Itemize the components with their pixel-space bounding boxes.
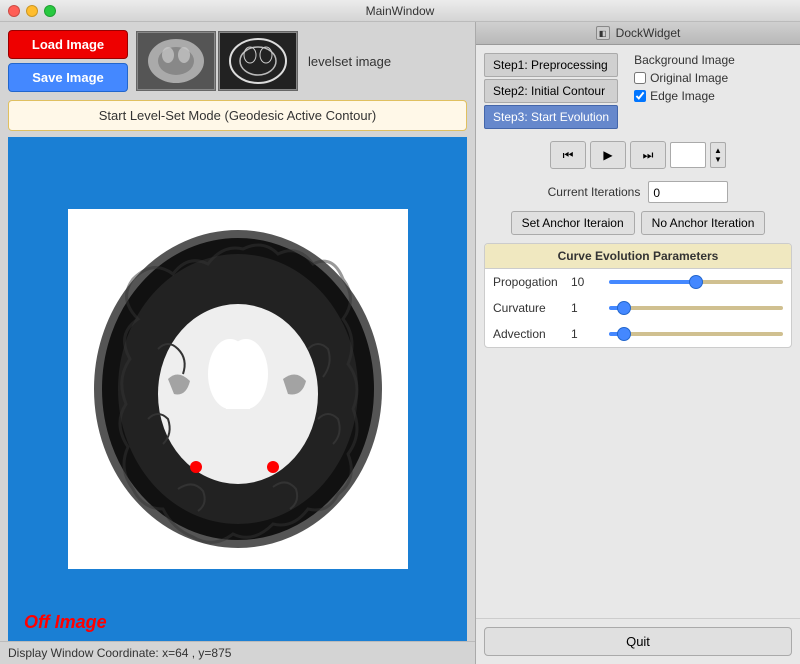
thumbnail-1 — [136, 31, 216, 91]
curve-params-section: Curve Evolution Parameters Propogation 1… — [484, 243, 792, 348]
title-bar: MainWindow — [0, 0, 800, 22]
minimize-button[interactable] — [26, 5, 38, 17]
original-image-checkbox[interactable] — [634, 72, 646, 84]
rewind-icon: ⏮ — [563, 148, 574, 163]
forward-button[interactable]: ⏭ — [630, 141, 666, 169]
thumbnail-2 — [218, 31, 298, 91]
brain-image-container — [68, 209, 408, 569]
spin-down-icon: ▼ — [714, 155, 722, 164]
advection-label: Advection — [493, 327, 563, 341]
window-title: MainWindow — [366, 4, 435, 18]
play-button[interactable]: ▶ — [590, 141, 626, 169]
dock-title: DockWidget — [616, 26, 681, 40]
spin-up-icon: ▲ — [714, 146, 722, 155]
spin-control[interactable]: ▲ ▼ — [710, 142, 726, 168]
step-3[interactable]: Step3: Start Evolution — [484, 105, 618, 129]
current-iterations-label: Current Iterations — [548, 185, 641, 199]
propogation-label: Propogation — [493, 275, 563, 289]
step-2[interactable]: Step2: Initial Contour — [484, 79, 618, 103]
load-image-button[interactable]: Load Image — [8, 30, 128, 59]
edge-image-checkbox-row[interactable]: Edge Image — [634, 89, 735, 103]
step-1[interactable]: Step1: Preprocessing — [484, 53, 618, 77]
curvature-row: Curvature 1 — [485, 295, 791, 321]
rewind-button[interactable]: ⏮ — [550, 141, 586, 169]
brain-image — [78, 219, 398, 559]
playback-section: ⏮ ▶ ⏭ 1 ▲ ▼ — [484, 137, 792, 173]
iteration-input[interactable]: 1 — [670, 142, 706, 168]
advection-row: Advection 1 — [485, 321, 791, 347]
coord-bar: Display Window Coordinate: x=64 , y=875 — [0, 641, 475, 664]
play-icon: ▶ — [603, 148, 612, 162]
set-anchor-button[interactable]: Set Anchor Iteraion — [511, 211, 635, 235]
advection-value: 1 — [571, 327, 601, 341]
dock-icon: ◧ — [596, 26, 610, 40]
window-controls — [8, 5, 56, 17]
dock-title-bar: ◧ DockWidget — [476, 22, 800, 45]
original-image-checkbox-row[interactable]: Original Image — [634, 71, 735, 85]
background-image-section: Background Image Original Image Edge Ima… — [626, 53, 735, 103]
advection-slider[interactable] — [609, 332, 783, 336]
curve-params-header: Curve Evolution Parameters — [485, 244, 791, 269]
no-anchor-button[interactable]: No Anchor Iteration — [641, 211, 766, 235]
right-panel: ◧ DockWidget Step1: Preprocessing Step2:… — [475, 22, 800, 664]
curvature-value: 1 — [571, 301, 601, 315]
anchor-section: Set Anchor Iteraion No Anchor Iteration — [484, 211, 792, 235]
thumbnail-area: levelset image — [136, 31, 399, 91]
close-button[interactable] — [8, 5, 20, 17]
steps-section: Step1: Preprocessing Step2: Initial Cont… — [484, 53, 792, 129]
off-image-label: Off Image — [24, 612, 107, 633]
coord-text: Display Window Coordinate: x=64 , y=875 — [8, 646, 231, 660]
edge-image-checkbox[interactable] — [634, 90, 646, 102]
forward-icon: ⏭ — [643, 148, 654, 163]
main-container: Load Image Save Image — [0, 22, 800, 664]
levelset-label: levelset image — [300, 54, 399, 69]
thumbnail-2-image — [220, 33, 296, 89]
original-image-label: Original Image — [650, 71, 728, 85]
left-panel: Load Image Save Image — [0, 22, 475, 664]
quit-section: Quit — [476, 618, 800, 664]
thumbnail-1-image — [138, 33, 214, 89]
curvature-slider[interactable] — [609, 306, 783, 310]
current-iterations-value: 0 — [648, 181, 728, 203]
dock-content: Step1: Preprocessing Step2: Initial Cont… — [476, 45, 800, 618]
propogation-row: Propogation 10 — [485, 269, 791, 295]
toolbar-buttons: Load Image Save Image — [8, 30, 128, 92]
toolbar: Load Image Save Image — [0, 22, 475, 100]
save-image-button[interactable]: Save Image — [8, 63, 128, 92]
propogation-value: 10 — [571, 275, 601, 289]
current-iterations-row: Current Iterations 0 — [484, 181, 792, 203]
maximize-button[interactable] — [44, 5, 56, 17]
start-evolution-button[interactable]: Start Level-Set Mode (Geodesic Active Co… — [8, 100, 467, 131]
edge-image-label: Edge Image — [650, 89, 715, 103]
canvas-area: Off Image — [8, 137, 467, 641]
steps-list: Step1: Preprocessing Step2: Initial Cont… — [484, 53, 618, 129]
background-image-title: Background Image — [634, 53, 735, 67]
quit-button[interactable]: Quit — [484, 627, 792, 656]
propogation-slider[interactable] — [609, 280, 783, 284]
curvature-label: Curvature — [493, 301, 563, 315]
